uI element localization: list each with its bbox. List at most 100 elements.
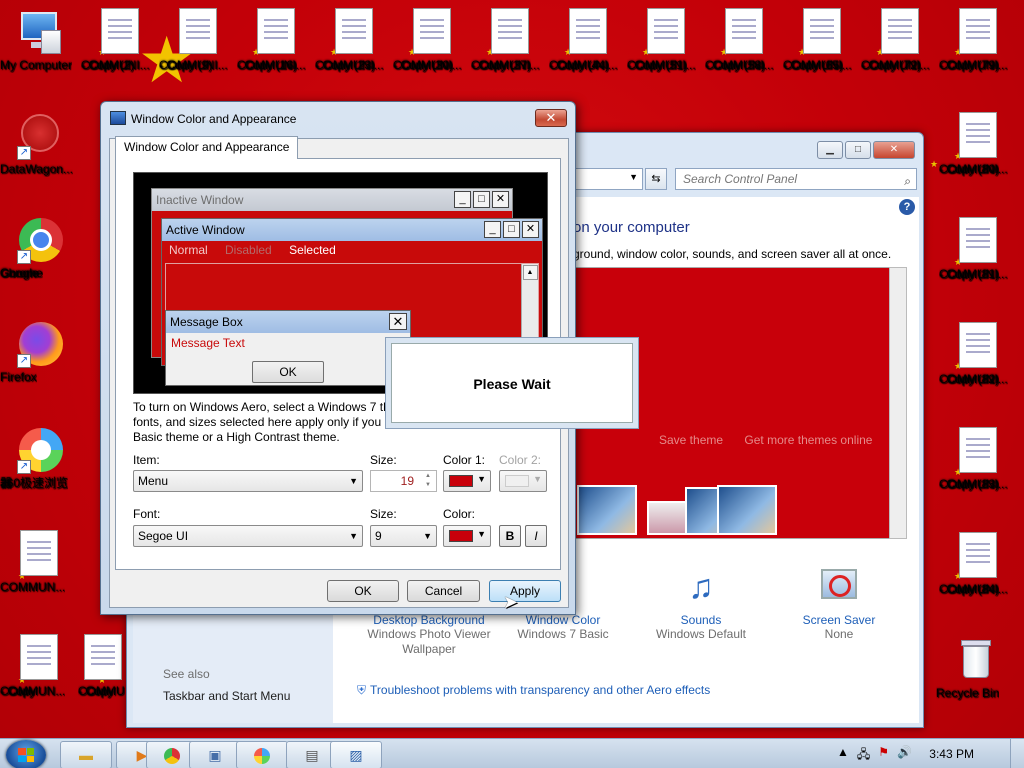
desktop-icon-label: - Copy (82) [939, 372, 1000, 386]
minimize-button[interactable]: ▁ [817, 141, 843, 159]
taskbar-clock[interactable]: 3:43 PM [929, 747, 974, 761]
apply-button[interactable]: Apply [489, 580, 561, 602]
desktop-icon-file[interactable]: COMMUNI... - Copy (23) [315, 8, 393, 72]
desktop-icon-firefox[interactable]: ↗ Firefox [0, 320, 78, 384]
taskbar-360-browser-button[interactable] [236, 741, 288, 768]
desktop-icon-label: - Copy (80) [939, 162, 1000, 176]
document-icon [101, 8, 139, 54]
desktop-icon-file[interactable]: COMMUNI... - Copy (51) [627, 8, 705, 72]
desktop-icon-file[interactable]: COMMUNI... - Copy (44) [549, 8, 627, 72]
spinner-arrows-icon[interactable]: ▲ ▼ [421, 472, 435, 490]
theme-thumbnail[interactable] [577, 485, 637, 535]
desktop-icon-label: - Copy (81) [939, 267, 1000, 281]
desktop-icon-file[interactable]: COMMUNI... - Copy (72) [861, 8, 939, 72]
message-text: Message Text [171, 336, 245, 350]
browser-360-icon [254, 748, 270, 765]
italic-button[interactable]: I [525, 525, 547, 547]
desktop-icon-file[interactable]: COMMUNI... - Copy (80) [939, 112, 1017, 176]
desktop-icon-label: COMMUN... [0, 580, 66, 594]
help-icon[interactable]: ? [899, 199, 915, 215]
theme-scrollbar[interactable] [889, 267, 907, 539]
desktop-icon-360-browser[interactable]: ↗ 360极速浏览 器 [0, 426, 78, 490]
document-icon [803, 8, 841, 54]
refresh-button[interactable]: ⇆ [645, 168, 667, 190]
close-button[interactable]: ✕ [873, 141, 915, 159]
screen-saver-item[interactable]: Screen Saver None [769, 565, 909, 642]
desktop-icon-file[interactable]: COMMUNI... - Copy (30) [393, 8, 471, 72]
show-desktop-button[interactable] [1010, 739, 1024, 768]
volume-icon[interactable]: 🔊 [897, 745, 912, 766]
save-theme-link[interactable]: Save theme [659, 433, 723, 447]
desktop-icon-file[interactable]: COMMUNI... - Copy (58) [705, 8, 783, 72]
desktop-icon-recycle-bin[interactable]: Recycle Bin [936, 636, 1014, 700]
font-size-label: Size: [370, 507, 397, 521]
preview-menu-bar: Normal Disabled Selected [162, 241, 542, 260]
desktop-icon-file[interactable]: COMMUNI... - Copy (79) [939, 8, 1017, 72]
taskbar-display-button[interactable]: ▨ [330, 741, 382, 768]
taskbar-start-menu-link[interactable]: Taskbar and Start Menu [163, 689, 290, 703]
item-title: Screen Saver [802, 613, 876, 627]
get-more-themes-link[interactable]: Get more themes online [744, 433, 872, 447]
chevron-down-icon: ▼ [349, 531, 358, 541]
desktop-icon-datawagon[interactable]: ↗ DataWagon... [0, 112, 78, 176]
start-button[interactable] [6, 740, 46, 768]
color1-picker[interactable]: ▼ [443, 470, 491, 492]
desktop-icon-file[interactable]: COMMUNI... - Copy (83) [939, 427, 1017, 491]
network-icon[interactable]: 🖧 [857, 745, 870, 766]
ok-button[interactable]: OK [327, 580, 399, 602]
preview-ok-button: OK [252, 361, 324, 383]
troubleshoot-link[interactable]: ⛨ Troubleshoot problems with transparency… [357, 683, 710, 698]
item-select[interactable]: Menu ▼ [133, 470, 363, 492]
action-center-icon[interactable]: ⚑ [878, 745, 889, 766]
theme-thumbnails[interactable] [577, 485, 807, 535]
sounds-item[interactable]: ♫ Sounds Windows Default [631, 565, 771, 642]
search-input[interactable]: Search Control Panel ⌕ [675, 168, 917, 190]
font-size-select[interactable]: 9 ▼ [370, 525, 437, 547]
bold-button[interactable]: B [499, 525, 521, 547]
maximize-button[interactable]: □ [845, 141, 871, 159]
font-select[interactable]: Segoe UI ▼ [133, 525, 363, 547]
shortcut-arrow-icon: ↗ [17, 250, 31, 264]
desktop-icon-file[interactable]: COMMUNI... - Copy (9) [159, 8, 237, 72]
desktop-icon-file[interactable]: COMMUNI... - Copy (81) [939, 217, 1017, 281]
cancel-button[interactable]: Cancel [407, 580, 480, 602]
desktop-icon-label: - Copy (2) [81, 58, 135, 72]
show-hidden-icons-icon[interactable]: ▲ [837, 745, 849, 766]
dialog-close-button[interactable]: ✕ [535, 109, 567, 127]
font-color-picker[interactable]: ▼ [443, 525, 491, 547]
desktop-icon-file[interactable]: COMMUN... - Copy [0, 634, 78, 698]
size-spinner[interactable]: 19 ▲ ▼ [370, 470, 437, 492]
document-icon [413, 8, 451, 54]
document-icon [959, 8, 997, 54]
preview-message-box[interactable]: Message Box ✕ Message Text OK [165, 310, 411, 386]
mouse-cursor-icon: ➤ [503, 592, 519, 612]
dialog-window-icon [110, 111, 126, 125]
desktop-icon-file[interactable]: COMMUN... [0, 530, 78, 594]
browser-360-icon: ↗ [15, 426, 63, 474]
desktop-icon-file[interactable]: COMMU - Copy [78, 634, 128, 698]
desktop-icon-file[interactable]: COMMUNI... - Copy (82) [939, 322, 1017, 386]
chrome-icon: ↗ [15, 216, 63, 264]
taskbar-explorer-button[interactable]: ▬ [60, 741, 112, 768]
desktop-icon-label: - Copy (51) [627, 58, 688, 72]
windows-logo-icon [18, 748, 34, 762]
theme-links: Save theme Get more themes online [659, 433, 890, 447]
desktop-icon-file[interactable]: COMMUNI... - Copy (65) [783, 8, 861, 72]
address-bar[interactable]: ▼ [573, 168, 643, 190]
chevron-down-icon: ▼ [533, 474, 542, 484]
font-size-value: 9 [375, 529, 382, 543]
desktop-icon-file[interactable]: COMMUNI... - Copy (37) [471, 8, 549, 72]
item-subtitle: Windows Default [655, 627, 747, 641]
inactive-window-title: Inactive Window [156, 193, 244, 207]
taskbar-window-button[interactable]: ▣ [189, 741, 241, 768]
desktop-icon-google-chrome[interactable]: ↗ Google Chrome [0, 216, 78, 280]
desktop-icon-file[interactable]: COMMUNI... - Copy (2) [81, 8, 159, 72]
document-icon [569, 8, 607, 54]
item-title: Desktop Background [373, 613, 485, 627]
desktop-icon-file[interactable]: COMMUNI... - Copy (84) [939, 532, 1017, 596]
tab-window-color-appearance[interactable]: Window Color and Appearance [115, 136, 299, 159]
desktop-icon-file[interactable]: COMMUNI... - Copy (16) [237, 8, 315, 72]
dialog-title: Window Color and Appearance [131, 112, 297, 126]
desktop-icon-my-computer[interactable]: My Computer [0, 8, 78, 72]
theme-thumbnail[interactable] [717, 485, 777, 535]
